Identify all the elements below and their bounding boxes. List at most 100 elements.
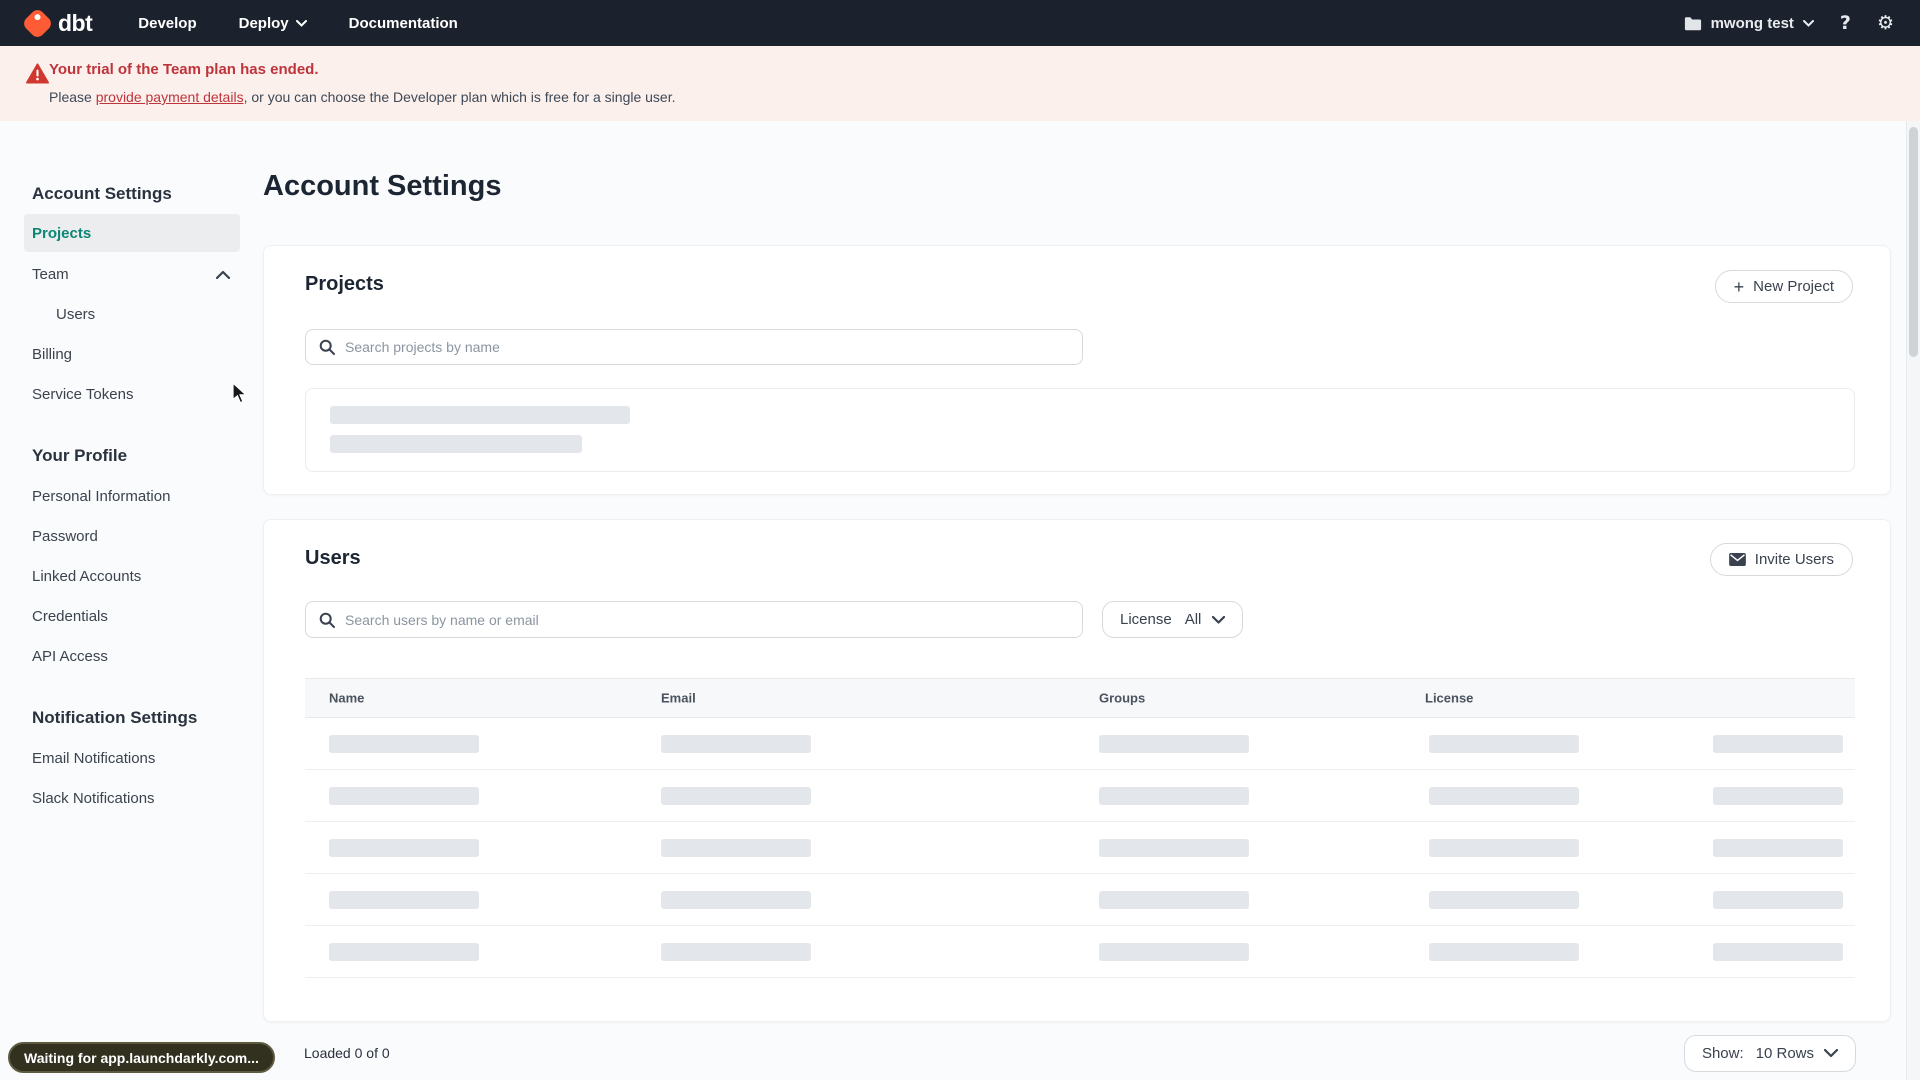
trial-banner: Your trial of the Team plan has ended. P… — [0, 46, 1920, 121]
column-header-name: Name — [329, 690, 365, 706]
skeleton-bar — [329, 943, 479, 961]
users-card: Users Invite Users License All Name Emai… — [263, 519, 1891, 1022]
skeleton-bar — [1099, 839, 1249, 857]
browser-status-bubble: Waiting for app.launchdarkly.com... — [8, 1042, 275, 1073]
license-filter-value: All — [1184, 611, 1202, 628]
dbt-logo-text: dbt — [58, 9, 93, 36]
users-search — [305, 601, 1083, 638]
banner-title: Your trial of the Team plan has ended. — [49, 61, 319, 78]
warning-icon — [26, 63, 49, 89]
plus-icon: + — [1733, 276, 1745, 297]
table-row — [305, 926, 1855, 978]
sidebar-heading-account-settings: Account Settings — [32, 184, 172, 203]
skeleton-bar — [1099, 787, 1249, 805]
skeleton-bar — [1713, 735, 1843, 753]
projects-loading-skeleton — [305, 388, 1855, 472]
skeleton-bar — [661, 735, 811, 753]
dbt-logo[interactable]: dbt — [21, 6, 93, 40]
account-name: mwong test — [1710, 14, 1794, 32]
table-row — [305, 822, 1855, 874]
account-picker[interactable]: mwong test — [1684, 15, 1814, 32]
skeleton-bar — [1713, 839, 1843, 857]
skeleton-bar — [329, 891, 479, 909]
sidebar-item-billing[interactable]: Billing — [24, 334, 240, 374]
sidebar-item-users[interactable]: Users — [24, 294, 240, 334]
mouse-cursor — [232, 381, 250, 411]
skeleton-bar — [661, 943, 811, 961]
skeleton-bar — [329, 735, 479, 753]
nav-right: mwong test ? ⚙ — [1684, 13, 1894, 33]
sidebar-item-api-access[interactable]: API Access — [24, 636, 240, 676]
projects-search-input[interactable] — [345, 339, 1069, 355]
nav-item-documentation[interactable]: Documentation — [349, 15, 458, 32]
sidebar-item-linked-accounts[interactable]: Linked Accounts — [24, 556, 240, 596]
sidebar-item-credentials[interactable]: Credentials — [24, 596, 240, 636]
skeleton-bar — [1429, 735, 1579, 753]
skeleton-bar — [661, 891, 811, 909]
projects-search — [305, 329, 1083, 365]
skeleton-bar — [329, 787, 479, 805]
skeleton-bar — [1099, 943, 1249, 961]
column-header-email: Email — [661, 690, 696, 706]
envelope-icon — [1728, 553, 1746, 566]
users-table: Name Email Groups License — [305, 678, 1855, 978]
skeleton-bar — [1429, 839, 1579, 857]
help-icon[interactable]: ? — [1840, 13, 1851, 33]
skeleton-bar — [1099, 891, 1249, 909]
skeleton-bar — [330, 435, 582, 453]
column-header-groups: Groups — [1099, 690, 1146, 706]
chevron-up-icon — [216, 270, 230, 279]
payment-details-link[interactable]: provide payment details — [96, 89, 244, 105]
skeleton-bar — [661, 787, 811, 805]
skeleton-bar — [661, 839, 811, 857]
chevron-down-icon — [1212, 615, 1226, 624]
skeleton-bar — [1713, 891, 1843, 909]
settings-sidebar: Account Settings Projects Team Users Bil… — [24, 182, 240, 818]
loaded-count-text: Loaded 0 of 0 — [304, 1045, 390, 1061]
table-row — [305, 874, 1855, 926]
column-header-license: License — [1425, 690, 1474, 706]
nav-item-develop[interactable]: Develop — [138, 15, 196, 32]
users-table-header: Name Email Groups License — [305, 678, 1855, 718]
dbt-logo-icon — [21, 6, 54, 40]
projects-heading: Projects — [305, 273, 384, 295]
sidebar-item-slack-notifications[interactable]: Slack Notifications — [24, 778, 240, 818]
sidebar-heading-notification-settings: Notification Settings — [32, 708, 198, 727]
skeleton-bar — [1429, 891, 1579, 909]
sidebar-heading-your-profile: Your Profile — [32, 446, 128, 465]
skeleton-bar — [329, 839, 479, 857]
skeleton-bar — [1429, 943, 1579, 961]
page-title: Account Settings — [263, 170, 502, 202]
sidebar-item-service-tokens[interactable]: Service Tokens — [24, 374, 240, 414]
chevron-down-icon — [1824, 1049, 1838, 1058]
skeleton-bar — [1429, 787, 1579, 805]
search-icon — [319, 612, 335, 628]
skeleton-bar — [1713, 787, 1843, 805]
scrollbar-track[interactable] — [1906, 121, 1920, 1080]
rows-per-page-value: 10 Rows — [1755, 1045, 1814, 1062]
sidebar-item-projects[interactable]: Projects — [24, 214, 240, 252]
skeleton-bar — [330, 406, 630, 424]
invite-users-button[interactable]: Invite Users — [1709, 543, 1853, 576]
folder-icon — [1684, 16, 1701, 30]
top-nav: dbt Develop Deploy Documentation mwong t… — [0, 0, 1920, 46]
users-search-input[interactable] — [345, 611, 1069, 628]
sidebar-item-password[interactable]: Password — [24, 516, 240, 556]
rows-per-page-dropdown[interactable]: Show: 10 Rows — [1683, 1035, 1856, 1072]
users-heading: Users — [305, 547, 361, 569]
skeleton-bar — [1099, 735, 1249, 753]
scrollbar-thumb[interactable] — [1909, 127, 1918, 357]
sidebar-item-email-notifications[interactable]: Email Notifications — [24, 738, 240, 778]
sidebar-item-team[interactable]: Team — [24, 254, 240, 294]
table-row — [305, 718, 1855, 770]
new-project-button[interactable]: + New Project — [1714, 270, 1853, 303]
chevron-down-icon — [1802, 19, 1814, 27]
nav-item-deploy[interactable]: Deploy — [239, 15, 307, 32]
gear-icon[interactable]: ⚙ — [1877, 13, 1894, 33]
skeleton-bar — [1713, 943, 1843, 961]
banner-body: Please provide payment details, or you c… — [49, 89, 676, 105]
table-row — [305, 770, 1855, 822]
sidebar-item-personal-information[interactable]: Personal Information — [24, 476, 240, 516]
chevron-down-icon — [295, 19, 307, 27]
license-filter-dropdown[interactable]: License All — [1102, 601, 1244, 638]
